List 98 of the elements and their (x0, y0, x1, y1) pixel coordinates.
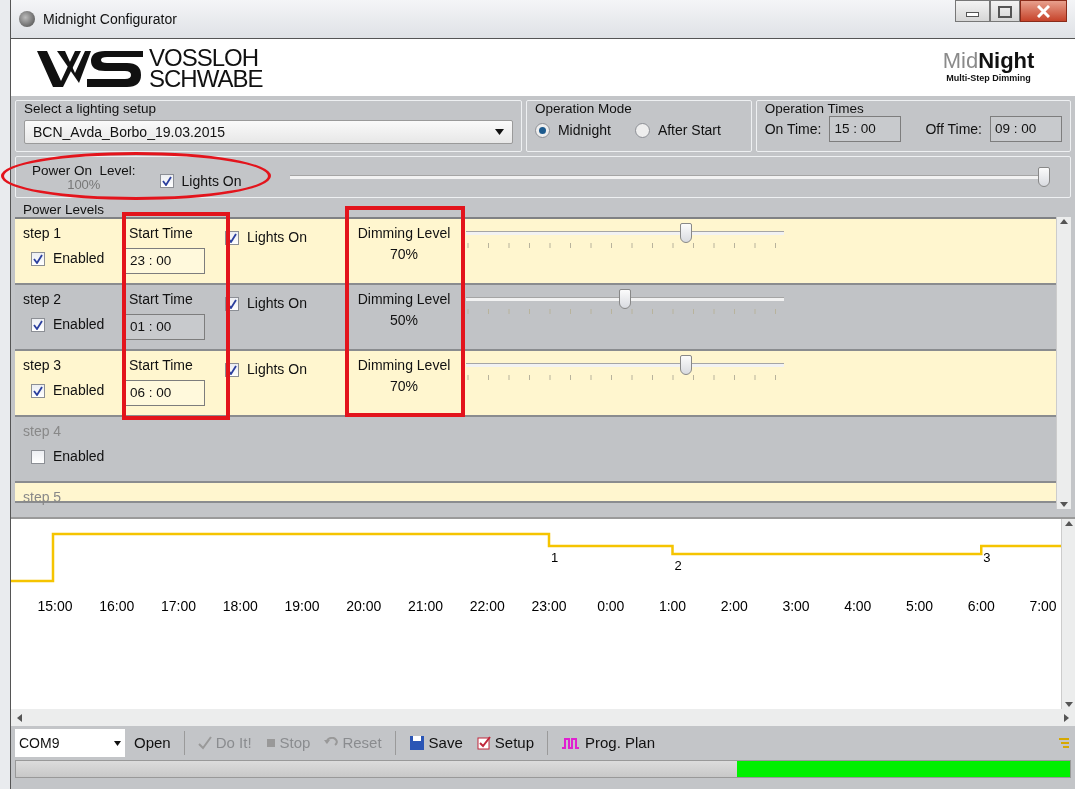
lights-on-checkbox[interactable]: Lights On (225, 293, 350, 314)
time-axis-label: 19:00 (284, 598, 320, 614)
form-check-icon (476, 736, 491, 750)
close-icon (1037, 4, 1050, 18)
pulse-wave-icon (561, 736, 581, 750)
caret-icon (494, 129, 504, 135)
minimize-button[interactable] (955, 0, 990, 22)
time-axis-label: 22:00 (469, 598, 505, 614)
power-on-reading: 100% (67, 177, 101, 192)
group-label: Operation Mode (534, 101, 633, 116)
check-icon (197, 736, 212, 750)
step-marker-label: 3 (983, 550, 991, 565)
step-label: step 5 (23, 488, 63, 507)
app-icon (19, 11, 35, 27)
maximize-button[interactable] (990, 0, 1020, 22)
brand-name-text: SCHWABE (149, 67, 263, 89)
slider-thumb[interactable] (619, 289, 631, 309)
step-label: step 2 (23, 290, 63, 309)
dimming-reading: 70% (390, 245, 418, 264)
setup-dropdown[interactable]: BCN_Avda_Borbo_19.03.2015 (24, 120, 513, 144)
undo-icon (324, 737, 339, 749)
stop-icon (265, 738, 276, 748)
dimming-reading: 70% (390, 377, 418, 396)
radio-option[interactable]: Midnight (534, 120, 611, 141)
checkmark-icon (33, 253, 43, 264)
start-time-field[interactable]: 06 : 00 (125, 380, 205, 406)
field-label: Start Time (128, 356, 194, 375)
close-button[interactable] (1020, 0, 1067, 22)
step-label: step 4 (23, 422, 63, 441)
group-label: Power Levels (22, 201, 106, 217)
scroll-up-icon[interactable] (1059, 217, 1069, 225)
time-axis-label: 16:00 (99, 598, 135, 614)
time-axis-label: 5:00 (905, 598, 934, 614)
time-axis-label: 17:00 (161, 598, 196, 614)
scroll-up-icon[interactable] (1063, 519, 1074, 527)
time-axis-label: 1:00 (658, 598, 687, 614)
scroll-left-icon[interactable] (15, 712, 23, 723)
time-axis-label: 6:00 (967, 598, 995, 614)
time-axis-label: 3:00 (782, 598, 810, 614)
horizontal-scrollbar[interactable] (11, 709, 1075, 726)
dimming-reading: 50% (390, 311, 418, 330)
scroll-right-icon[interactable] (1063, 712, 1071, 723)
port-dropdown[interactable]: COM9 (15, 729, 125, 757)
enabled-checkbox[interactable]: Enabled (31, 380, 125, 401)
time-axis-label: 0:00 (597, 598, 625, 614)
checkmark-icon (227, 364, 237, 375)
slider-thumb[interactable] (680, 355, 693, 375)
enabled-checkbox[interactable]: Enabled (31, 446, 125, 467)
step-marker-label: 2 (674, 558, 682, 573)
off-time-field[interactable]: 09 : 00 (990, 116, 1062, 142)
toolbar-button[interactable]: Save (403, 731, 468, 755)
brand-name-text: VOSSLOH (149, 46, 259, 68)
step-label: step 1 (23, 224, 63, 243)
lights-on-checkbox[interactable]: Lights On (225, 227, 350, 248)
lights-on-checkbox[interactable]: Lights On (225, 359, 350, 380)
group-label: Operation Times (764, 101, 865, 116)
time-axis-label: 18:00 (222, 598, 258, 614)
field-label: Dimming Level (357, 290, 451, 309)
time-axis-label: 2:00 (720, 598, 748, 614)
field-label: Start Time (128, 224, 194, 243)
power-on-label: Power On Level: (32, 162, 136, 178)
slider-thumb[interactable] (1038, 167, 1050, 187)
enabled-checkbox[interactable]: Enabled (31, 248, 125, 269)
field-label: Off Time: (925, 119, 982, 139)
field-label: On Time: (764, 119, 822, 139)
field-label: Dimming Level (357, 356, 451, 375)
caret-icon (114, 740, 121, 746)
time-axis-label: 20:00 (346, 598, 382, 614)
enabled-checkbox[interactable]: Enabled (31, 314, 125, 335)
time-axis-label: 15:00 (37, 598, 73, 614)
time-axis-label: 21:00 (408, 598, 443, 614)
time-axis-label: 23:00 (531, 598, 567, 614)
vertical-scrollbar[interactable] (1056, 217, 1071, 509)
step-marker-label: 1 (551, 550, 559, 565)
time-axis-label: 4:00 (844, 598, 872, 614)
toolbar-button[interactable]: Setup (471, 731, 539, 755)
toolbar-button[interactable]: Open (129, 731, 176, 755)
group-label: Select a lighting setup (24, 101, 158, 116)
checkmark-icon (33, 385, 43, 396)
start-time-field[interactable]: 23 : 00 (125, 248, 205, 274)
toolbar-button[interactable]: Prog. Plan (556, 731, 661, 755)
start-time-field[interactable]: 01 : 00 (125, 314, 205, 340)
vertical-scrollbar[interactable] (1061, 519, 1075, 709)
step-label: step 3 (23, 356, 63, 375)
window-title: Midnight Configurator (43, 9, 177, 29)
checkmark-icon (161, 176, 172, 186)
minimize-icon (966, 11, 979, 17)
scroll-down-icon[interactable] (1059, 501, 1069, 509)
lights-on-checkbox[interactable]: Lights On (159, 170, 242, 192)
radio-option[interactable]: After Start (634, 120, 721, 141)
slider-thumb[interactable] (680, 223, 693, 243)
checkmark-icon (227, 298, 237, 309)
field-label: Start Time (128, 290, 194, 309)
checkmark-icon (227, 232, 237, 243)
on-time-field[interactable]: 15 : 00 (829, 116, 902, 142)
field-label: Dimming Level (357, 224, 451, 243)
checkmark-icon (33, 319, 43, 330)
time-axis-label: 7:00 (1029, 598, 1057, 614)
